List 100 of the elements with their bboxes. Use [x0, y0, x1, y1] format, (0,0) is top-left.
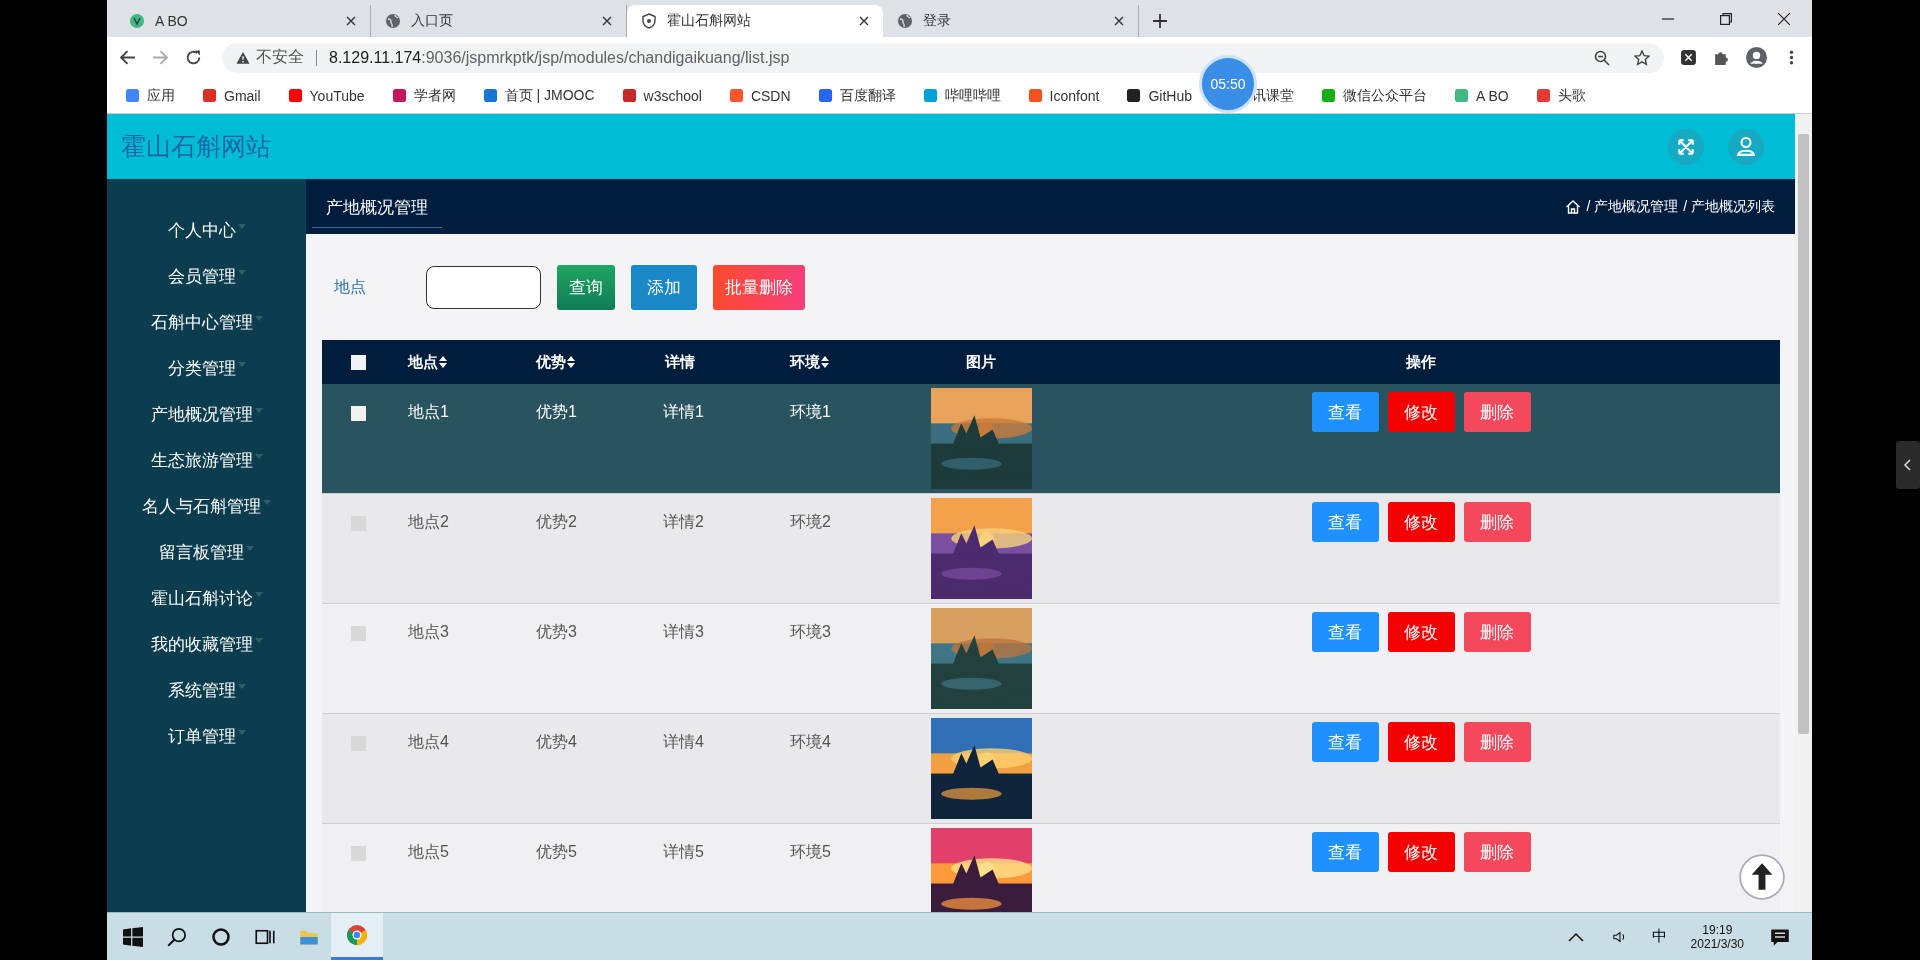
- action-button[interactable]: 删除: [1463, 612, 1531, 652]
- puzzle-icon[interactable]: [1713, 49, 1730, 66]
- sidebar-item[interactable]: 石斛中心管理: [150, 299, 263, 345]
- caret-icon: [237, 269, 246, 275]
- action-button[interactable]: 删除: [1463, 502, 1531, 542]
- action-button[interactable]: 批量删除: [713, 264, 805, 310]
- new-tab-icon[interactable]: [1153, 14, 1167, 28]
- bookmark[interactable]: YouTube: [287, 87, 365, 104]
- close-icon[interactable]: [602, 16, 612, 26]
- sidebar-item[interactable]: 订单管理: [167, 713, 246, 759]
- action-button[interactable]: 删除: [1463, 722, 1531, 762]
- close-icon[interactable]: [1778, 13, 1790, 25]
- column-header: 详情: [665, 352, 695, 372]
- checkbox[interactable]: [350, 406, 366, 421]
- sidebar-item[interactable]: 系统管理: [167, 667, 246, 713]
- table-cell: 环境5: [790, 843, 831, 860]
- user-icon[interactable]: [1728, 128, 1764, 165]
- restore-icon[interactable]: [1720, 13, 1732, 25]
- sidebar-item[interactable]: 名人与石斛管理: [142, 483, 271, 529]
- profile-icon[interactable]: [1746, 47, 1767, 68]
- bookmark[interactable]: 百度翻译: [817, 86, 896, 105]
- globe-icon: [385, 13, 401, 29]
- chrome-icon[interactable]: [347, 925, 367, 945]
- column-header[interactable]: 环境: [790, 352, 829, 372]
- close-icon[interactable]: [1114, 16, 1124, 26]
- circle-icon[interactable]: [211, 926, 231, 947]
- table-cell: 优势2: [536, 513, 577, 530]
- sort-icon[interactable]: [567, 356, 575, 368]
- reload-icon[interactable]: [185, 49, 202, 66]
- bookmark[interactable]: GitHub: [1126, 87, 1192, 104]
- bookmark[interactable]: 头歌: [1535, 86, 1586, 105]
- input-method-indicator[interactable]: 中: [1651, 927, 1667, 946]
- windows-start-icon[interactable]: [123, 926, 143, 947]
- sidebar-item[interactable]: 生态旅游管理: [150, 437, 263, 483]
- back-to-top-icon[interactable]: [1739, 854, 1785, 900]
- tab-title: A BO: [155, 13, 189, 29]
- table-row[interactable]: 地点2 优势2 详情2 环境2 查看 修改 删除: [322, 494, 1780, 604]
- sidebar-item[interactable]: 我的收藏管理: [150, 621, 263, 667]
- action-button[interactable]: 修改: [1387, 722, 1455, 762]
- bookmark[interactable]: 微信公众平台: [1321, 86, 1427, 105]
- scrollbar[interactable]: [1795, 114, 1812, 912]
- action-button[interactable]: 修改: [1387, 612, 1455, 652]
- sidebar-item[interactable]: 分类管理: [167, 345, 246, 391]
- extension-icon[interactable]: [1680, 49, 1697, 66]
- home-icon[interactable]: [1565, 198, 1582, 215]
- sidebar-item[interactable]: 会员管理: [167, 253, 246, 299]
- table-cell: 详情3: [663, 623, 704, 640]
- zoom-out-icon[interactable]: [1594, 49, 1610, 66]
- chevron-left-icon[interactable]: [1896, 441, 1920, 489]
- checkbox[interactable]: [350, 626, 366, 641]
- sidebar-item[interactable]: 霍山石斛讨论: [150, 575, 263, 621]
- action-button[interactable]: 修改: [1387, 392, 1455, 432]
- table-row[interactable]: 地点3 优势3 详情3 环境3 查看 修改 删除: [322, 604, 1780, 714]
- search-field[interactable]: [426, 265, 541, 309]
- table-row[interactable]: 地点1 优势1 详情1 环境1 查看 修改 删除: [322, 384, 1780, 494]
- sort-icon[interactable]: [439, 356, 447, 368]
- action-button[interactable]: 添加: [631, 264, 697, 310]
- close-icon[interactable]: [859, 16, 869, 26]
- table-row[interactable]: 地点5 优势5 详情5 环境5 查看 修改 删除: [322, 824, 1780, 912]
- sidebar-item[interactable]: 留言板管理: [159, 529, 254, 575]
- back-arrow-icon[interactable]: [119, 49, 136, 66]
- breadcrumb-item[interactable]: / 产地概况列表: [1683, 197, 1775, 216]
- table-cell: 环境4: [790, 733, 831, 750]
- search-label: 地点: [334, 276, 367, 297]
- bookmark[interactable]: 哔哩哔哩: [922, 86, 1001, 105]
- bookmark[interactable]: Iconfont: [1027, 87, 1100, 104]
- action-button[interactable]: 修改: [1387, 502, 1455, 542]
- fullscreen-icon[interactable]: [1668, 128, 1704, 165]
- action-button[interactable]: 删除: [1463, 392, 1531, 432]
- bookmark[interactable]: CSDN: [728, 87, 791, 104]
- bookmark[interactable]: A BO: [1454, 87, 1509, 104]
- table-cell: 优势1: [536, 403, 577, 420]
- action-button[interactable]: 修改: [1387, 832, 1455, 872]
- sort-icon[interactable]: [821, 356, 829, 368]
- table-cell: 优势3: [536, 623, 577, 640]
- bookmark[interactable]: 学者网: [391, 86, 456, 105]
- bookmark[interactable]: Gmail: [202, 87, 261, 104]
- checkbox[interactable]: [350, 846, 366, 861]
- checkbox[interactable]: [350, 354, 366, 370]
- action-button[interactable]: 删除: [1463, 832, 1531, 872]
- search-icon[interactable]: [167, 926, 187, 947]
- sidebar-item[interactable]: 产地概况管理: [150, 391, 263, 437]
- column-header[interactable]: 优势: [536, 352, 575, 372]
- bookmark-icon: [287, 88, 303, 103]
- table-cell: 地点3: [408, 623, 449, 640]
- column-header[interactable]: 地点: [408, 352, 447, 372]
- sidebar-item[interactable]: 个人中心: [167, 207, 246, 253]
- bookmark[interactable]: w3school: [621, 87, 702, 104]
- action-button[interactable]: 查询: [557, 264, 615, 310]
- bookmark-icon: [202, 88, 217, 103]
- table-row[interactable]: 地点4 优势4 详情4 环境4 查看 修改 删除: [322, 714, 1780, 824]
- bookmark[interactable]: 应用: [125, 86, 175, 105]
- browser-tab[interactable]: 霍山石斛网站: [627, 5, 883, 37]
- breadcrumb-item[interactable]: / 产地概况管理: [1586, 197, 1679, 216]
- close-icon[interactable]: [346, 16, 356, 26]
- bookmark[interactable]: 首页 | JMOOC: [482, 86, 595, 105]
- bookmark-icon: [1321, 88, 1336, 103]
- star-icon[interactable]: [1634, 49, 1650, 66]
- clock[interactable]: 19:19 2021/3/30: [1690, 922, 1744, 951]
- address-field[interactable]: 不安全 8.129.11.174:9036/jspmrkptk/jsp/modules/chandigaikuang/list.jsp: [222, 42, 1664, 73]
